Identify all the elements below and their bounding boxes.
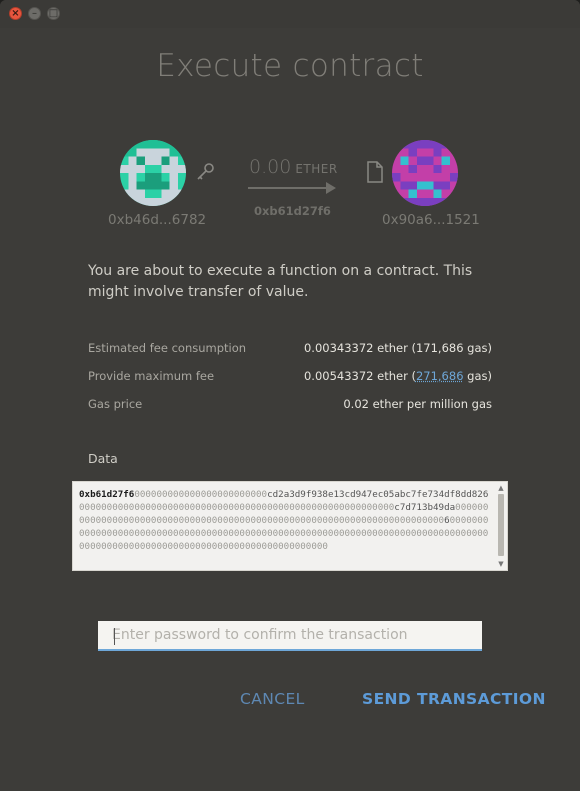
to-address: 0x90a6...1521 <box>382 212 480 228</box>
data-padding: 0000000000000000000000000000000000000000… <box>79 502 395 513</box>
password-input[interactable] <box>98 621 482 651</box>
gas-price-label: Gas price <box>88 397 143 411</box>
maximum-fee-value: 0.00543372 ether (271,686 gas) <box>304 369 492 383</box>
minimize-window-button[interactable]: – <box>28 7 41 20</box>
data-scrollbar[interactable]: ▲ ▼ <box>496 484 506 568</box>
text-caret <box>114 628 115 645</box>
amount-unit: ETHER <box>295 162 338 176</box>
scroll-down-arrow-icon[interactable]: ▼ <box>497 560 505 568</box>
file-icon <box>367 161 383 183</box>
estimated-fee-label: Estimated fee consumption <box>88 341 247 355</box>
transaction-data: 0xb61d27f6000000000000000000000000cd2a3d… <box>79 488 489 553</box>
data-padding: 000000000000000000000000 <box>134 489 268 500</box>
title-bar: × – □ <box>0 0 580 28</box>
scroll-up-arrow-icon[interactable]: ▲ <box>497 484 505 492</box>
transfer-amount: 0.00 ETHER <box>249 156 338 178</box>
from-address: 0xb46d...6782 <box>108 212 207 228</box>
estimated-fee-value: 0.00343372 ether (171,686 gas) <box>303 341 492 355</box>
maximize-window-button[interactable]: □ <box>47 7 60 20</box>
data-method-id: 0xb61d27f6 <box>79 489 135 500</box>
confirmation-description: You are about to execute a function on a… <box>88 263 473 300</box>
data-argument-value: c7d713b49da <box>394 502 456 513</box>
cancel-button[interactable]: CANCEL <box>240 690 305 708</box>
key-icon <box>197 163 214 180</box>
scroll-thumb[interactable] <box>498 494 504 556</box>
data-argument-address: cd2a3d9f938e13cd947ec05abc7fe734df8dd826 <box>267 489 489 500</box>
gas-price-row: Gas price 0.02 ether per million gas <box>88 397 492 415</box>
gas-price-value: 0.02 ether per million gas <box>343 397 492 411</box>
arrow-right-icon <box>248 182 336 194</box>
to-contract-identicon <box>392 140 458 206</box>
estimated-fee-row: Estimated fee consumption 0.00343372 eth… <box>88 341 492 359</box>
maximum-fee-suffix: gas) <box>463 369 492 383</box>
method-id: 0xb61d27f6 <box>254 204 331 218</box>
amount-value: 0.00 <box>249 156 292 178</box>
send-transaction-button[interactable]: SEND TRANSACTION <box>362 690 546 708</box>
from-account-identicon <box>120 140 186 206</box>
maximum-gas-editable[interactable]: 271,686 <box>416 369 464 383</box>
data-label: Data <box>88 451 118 466</box>
maximum-fee-label: Provide maximum fee <box>88 369 215 383</box>
execute-contract-dialog: × – □ Execute contract 0xb46d...6782 0.0… <box>0 0 580 791</box>
transaction-data-box[interactable]: 0xb61d27f6000000000000000000000000cd2a3d… <box>72 481 508 571</box>
maximum-fee-row: Provide maximum fee 0.00543372 ether (27… <box>88 369 492 387</box>
dialog-title: Execute contract <box>156 48 424 84</box>
close-window-button[interactable]: × <box>9 7 22 20</box>
maximum-fee-prefix: 0.00543372 ether ( <box>303 369 416 383</box>
